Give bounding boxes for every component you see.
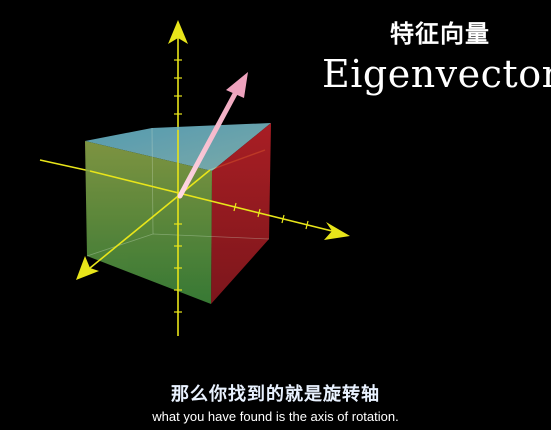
y-axis-arrowhead <box>76 256 99 280</box>
subtitle-chinese: 那么你找到的就是旋转轴 <box>171 384 380 405</box>
title-chinese: 特征向量 <box>390 20 490 48</box>
title-english: Eigenvector <box>322 52 551 96</box>
x-axis-arrowhead <box>324 222 350 240</box>
eigenvector-arrowhead <box>226 72 248 98</box>
subtitle-english: what you have found is the axis of rotat… <box>152 409 399 424</box>
x-axis-back-line <box>39 159 91 172</box>
